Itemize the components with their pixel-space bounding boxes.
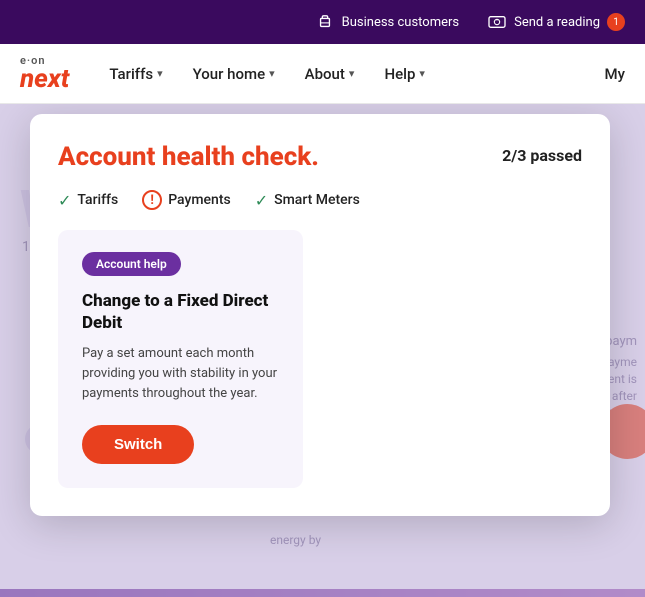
nav-tariffs[interactable]: Tariffs ▾ xyxy=(109,65,162,83)
nav-help[interactable]: Help ▾ xyxy=(384,65,424,83)
briefcase-icon xyxy=(315,12,335,32)
top-bar: Business customers Send a reading 1 xyxy=(0,0,645,44)
check-pass-icon-2: ✓ xyxy=(255,191,268,210)
chevron-down-icon: ▾ xyxy=(349,67,355,80)
modal-overlay: Account health check. 2/3 passed ✓ Tarif… xyxy=(0,104,645,597)
chevron-down-icon: ▾ xyxy=(157,67,163,80)
nav-my-label: My xyxy=(605,65,625,83)
check-payments: ! Payments xyxy=(142,190,231,210)
logo-next: next xyxy=(20,66,69,92)
check-payments-label: Payments xyxy=(168,192,231,208)
card-description: Pay a set amount each month providing yo… xyxy=(82,344,279,404)
check-tariffs-label: Tariffs xyxy=(77,192,118,208)
check-tariffs: ✓ Tariffs xyxy=(58,191,118,210)
account-health-modal: Account health check. 2/3 passed ✓ Tarif… xyxy=(30,114,610,516)
logo[interactable]: e·on next xyxy=(20,55,69,92)
card-title: Change to a Fixed Direct Debit xyxy=(82,290,279,334)
nav-bar: e·on next Tariffs ▾ Your home ▾ About ▾ … xyxy=(0,44,645,104)
account-help-card: Account help Change to a Fixed Direct De… xyxy=(58,230,303,488)
chevron-down-icon: ▾ xyxy=(419,67,425,80)
send-reading-link[interactable]: Send a reading 1 xyxy=(487,12,625,32)
nav-about-label: About xyxy=(305,65,345,83)
nav-my[interactable]: My xyxy=(605,65,625,83)
chevron-down-icon: ▾ xyxy=(269,67,275,80)
modal-title: Account health check. xyxy=(58,142,319,172)
modal-header: Account health check. 2/3 passed xyxy=(58,142,582,172)
business-customers-link[interactable]: Business customers xyxy=(315,12,459,32)
check-smart-meters: ✓ Smart Meters xyxy=(255,191,360,210)
send-reading-label: Send a reading xyxy=(514,15,600,30)
nav-your-home-label: Your home xyxy=(193,65,266,83)
check-pass-icon: ✓ xyxy=(58,191,71,210)
modal-checks: ✓ Tariffs ! Payments ✓ Smart Meters xyxy=(58,190,582,210)
notification-badge[interactable]: 1 xyxy=(607,13,625,31)
modal-passed: 2/3 passed xyxy=(502,146,582,165)
switch-button[interactable]: Switch xyxy=(82,425,194,464)
account-help-badge: Account help xyxy=(82,252,181,276)
nav-tariffs-label: Tariffs xyxy=(109,65,153,83)
nav-help-label: Help xyxy=(384,65,415,83)
nav-your-home[interactable]: Your home ▾ xyxy=(193,65,275,83)
page-background: We 192 G... t paym payme ment is s after… xyxy=(0,104,645,597)
check-smart-meters-label: Smart Meters xyxy=(274,192,360,208)
nav-about[interactable]: About ▾ xyxy=(305,65,355,83)
meter-icon xyxy=(487,12,507,32)
notification-count: 1 xyxy=(613,17,619,28)
check-warning-icon: ! xyxy=(142,190,162,210)
business-customers-label: Business customers xyxy=(342,15,459,30)
